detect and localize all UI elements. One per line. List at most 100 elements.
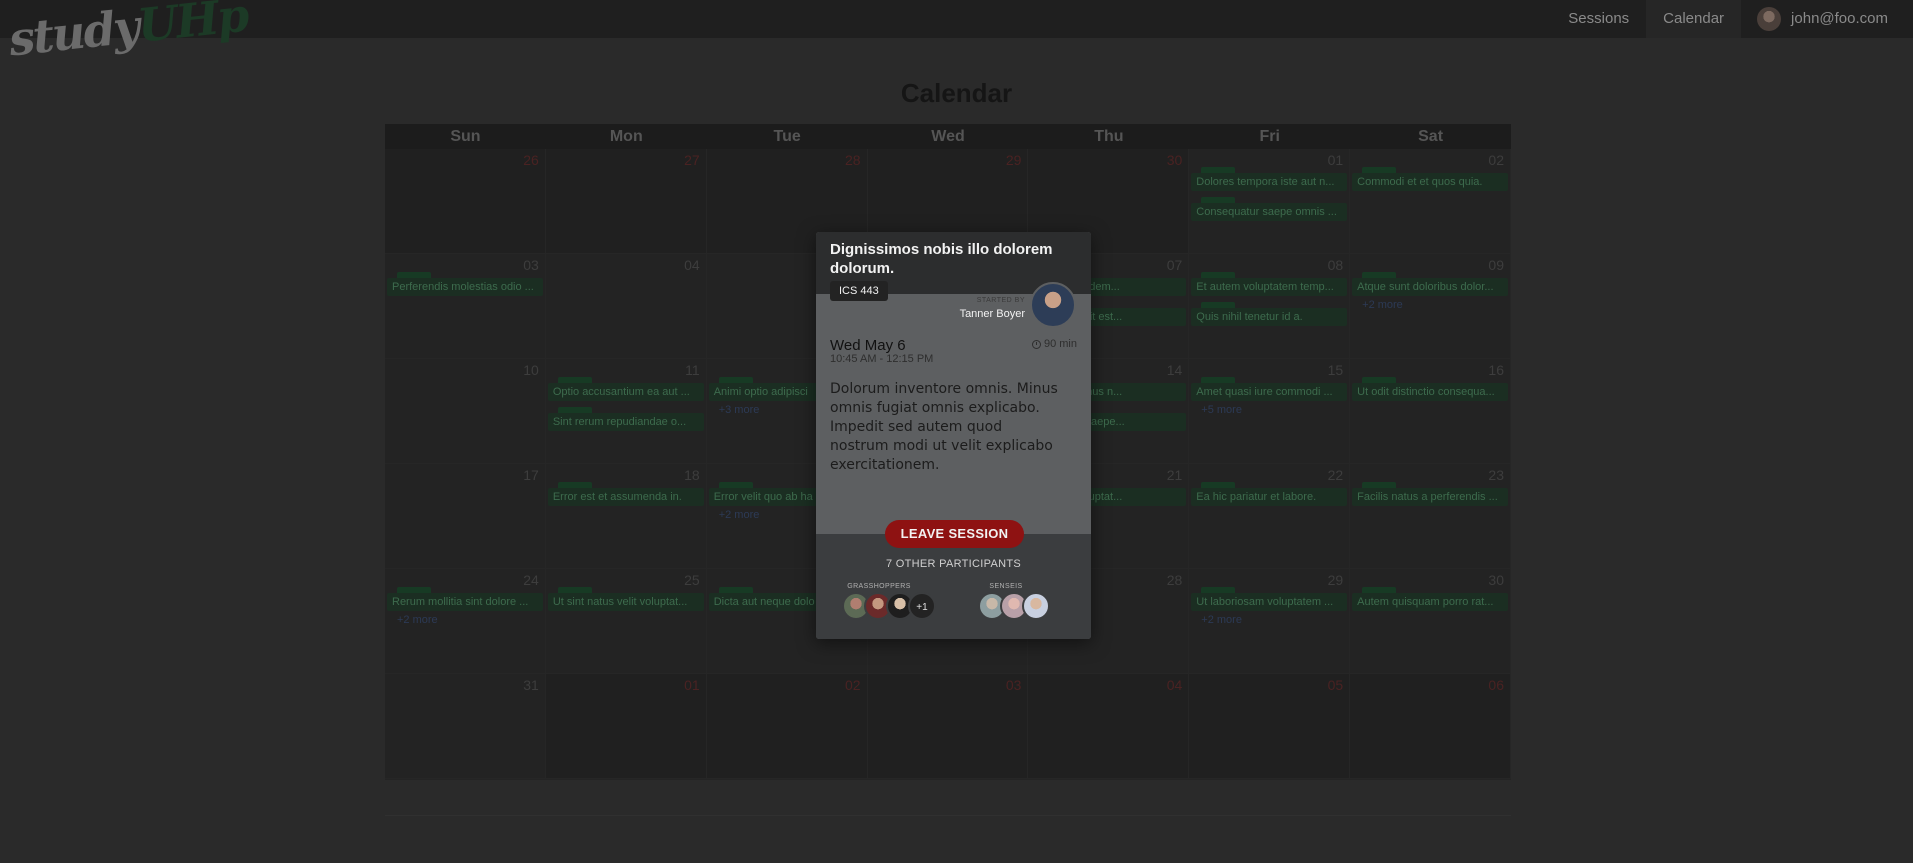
calendar-event[interactable]: Ut sint natus velit voluptat... (547, 593, 704, 611)
day-number: 02 (844, 677, 861, 693)
day-cell[interactable]: 24 Rerum mollitia sint dolore ... +2 mor… (385, 569, 546, 674)
logo-accent: UHp (135, 0, 250, 53)
day-cell[interactable]: 02 Commodi et et quos quia. (1350, 149, 1511, 254)
calendar-event[interactable]: Ut laboriosam voluptatem ... (1191, 593, 1348, 611)
nav-calendar[interactable]: Calendar (1646, 0, 1742, 38)
day-cell[interactable]: 03 (867, 674, 1029, 779)
calendar-weekday-header: Sun Mon Tue Wed Thu Fri Sat (385, 124, 1511, 149)
calendar-event[interactable]: Rerum mollitia sint dolore ... (387, 593, 543, 611)
day-number: 06 (1488, 677, 1504, 693)
calendar-event[interactable]: Optio accusantium ea aut ... (547, 383, 704, 401)
calendar-event[interactable]: Amet quasi iure commodi ... (1191, 383, 1348, 401)
calendar-event[interactable]: Commodi et et quos quia. (1352, 173, 1508, 191)
day-number: 28 (844, 152, 861, 168)
day-cell[interactable]: 29 Ut laboriosam voluptatem ... +2 more (1189, 569, 1351, 674)
weekday-sat: Sat (1418, 128, 1444, 145)
day-number: 09 (1488, 257, 1504, 273)
day-cell[interactable]: 10 (385, 359, 546, 464)
user-menu[interactable]: john@foo.com (1741, 0, 1913, 38)
participant-avatar[interactable] (1022, 592, 1050, 620)
more-events-link[interactable]: +5 more (1201, 404, 1242, 416)
more-events-link[interactable]: +3 more (719, 404, 760, 416)
day-number: 18 (684, 467, 700, 483)
clock-icon (1031, 339, 1041, 349)
day-cell[interactable]: 01 (545, 674, 707, 779)
calendar-event[interactable]: Sint rerum repudiandae o... (547, 413, 704, 431)
more-participants-badge[interactable]: +1 (908, 592, 936, 620)
calendar-event[interactable]: Facilis natus a perferendis ... (1352, 488, 1508, 506)
day-number: 04 (684, 257, 700, 273)
day-cell[interactable]: 17 (385, 464, 546, 569)
day-cell[interactable]: 03 Perferendis molestias odio ... (385, 254, 546, 359)
calendar-event[interactable]: Error est et assumenda in. (547, 488, 704, 506)
day-number: 24 (523, 572, 539, 588)
day-cell[interactable]: 04 (545, 254, 707, 359)
started-by-label: STARTED BY (976, 297, 1025, 304)
day-cell[interactable]: 01 Dolores tempora iste aut n... Consequ… (1189, 149, 1351, 254)
day-cell[interactable]: 09 Atque sunt doloribus dolor... +2 more (1350, 254, 1511, 359)
day-cell[interactable]: 26 (385, 149, 546, 254)
session-modal: Dignissimos nobis illo dolorem dolorum. … (816, 232, 1091, 639)
more-events-link[interactable]: +2 more (397, 614, 438, 626)
day-cell[interactable]: 08 Et autem voluptatem temp... Quis nihi… (1189, 254, 1351, 359)
more-events-link[interactable]: +2 more (1201, 614, 1242, 626)
calendar-event[interactable]: Dolores tempora iste aut n... (1191, 173, 1348, 191)
day-number: 29 (1005, 152, 1022, 168)
day-cell[interactable]: 22 Ea hic pariatur et labore. (1189, 464, 1351, 569)
top-navbar: studyUHp Sessions Calendar john@foo.com (0, 0, 1913, 66)
day-cell[interactable]: 31 (385, 674, 546, 779)
day-number: 26 (523, 152, 539, 168)
day-number: 28 (1166, 572, 1183, 588)
grasshoppers-avatars: +1 (842, 592, 936, 620)
calendar-event[interactable]: Ea hic pariatur et labore. (1191, 488, 1348, 506)
weekday-mon: Mon (609, 128, 643, 145)
day-cell[interactable]: 15 Amet quasi iure commodi ... +5 more (1189, 359, 1351, 464)
day-number: 31 (523, 677, 539, 693)
calendar-event[interactable]: Perferendis molestias odio ... (387, 278, 543, 296)
day-number: 25 (684, 572, 700, 588)
calendar-event[interactable]: Atque sunt doloribus dolor... (1352, 278, 1508, 296)
day-cell[interactable]: 25 Ut sint natus velit voluptat... (545, 569, 707, 674)
day-number: 04 (1166, 677, 1183, 693)
starter-name: Tanner Boyer (959, 308, 1025, 320)
weekday-tue: Tue (773, 128, 801, 145)
day-number: 03 (523, 257, 539, 273)
day-cell[interactable]: 23 Facilis natus a perferendis ... (1350, 464, 1511, 569)
more-events-link[interactable]: +2 more (719, 509, 760, 521)
day-number: 15 (1327, 362, 1344, 378)
calendar-event[interactable]: Autem quisquam porro rat... (1352, 593, 1508, 611)
session-date: Wed May 6 (830, 337, 906, 354)
user-email: john@foo.com (1791, 10, 1888, 27)
calendar-event[interactable]: Quis nihil tenetur id a. (1191, 308, 1348, 326)
nav-menu: Sessions Calendar john@foo.com (1551, 0, 1913, 38)
day-cell[interactable]: 16 Ut odit distinctio consequa... (1350, 359, 1511, 464)
calendar-event[interactable]: Consequatur saepe omnis ... (1191, 203, 1348, 221)
grasshoppers-label: GRASSHOPPERS (847, 583, 911, 590)
day-cell[interactable]: 06 (1350, 674, 1511, 779)
day-cell[interactable]: 30 Autem quisquam porro rat... (1350, 569, 1511, 674)
day-cell[interactable]: 18 Error est et assumenda in. (545, 464, 707, 569)
senseis-label: SENSEIS (989, 583, 1023, 590)
day-number: 05 (1327, 677, 1344, 693)
day-cell[interactable]: 05 (1189, 674, 1351, 779)
day-cell[interactable]: 02 (706, 674, 868, 779)
session-description: Dolorum inventore omnis. Minus omnis fug… (830, 381, 1058, 473)
day-number: 01 (684, 677, 700, 693)
starter-avatar[interactable] (1030, 282, 1076, 328)
day-number: 30 (1166, 152, 1183, 168)
nav-sessions[interactable]: Sessions (1551, 0, 1646, 38)
more-events-link[interactable]: +2 more (1362, 299, 1403, 311)
calendar-event[interactable]: Et autem voluptatem temp... (1191, 278, 1348, 296)
day-number: 08 (1327, 257, 1344, 273)
day-number: 03 (1005, 677, 1022, 693)
logo-text: study (6, 0, 141, 67)
day-cell[interactable]: 27 (545, 149, 707, 254)
session-duration: 90 min (1031, 338, 1077, 350)
day-number: 23 (1488, 467, 1504, 483)
weekday-thu: Thu (1094, 128, 1124, 145)
day-number: 29 (1327, 572, 1344, 588)
calendar-event[interactable]: Ut odit distinctio consequa... (1352, 383, 1508, 401)
day-cell[interactable]: 04 (1028, 674, 1190, 779)
day-cell[interactable]: 11 Optio accusantium ea aut ... Sint rer… (545, 359, 707, 464)
leave-session-button[interactable]: LEAVE SESSION (885, 520, 1024, 548)
